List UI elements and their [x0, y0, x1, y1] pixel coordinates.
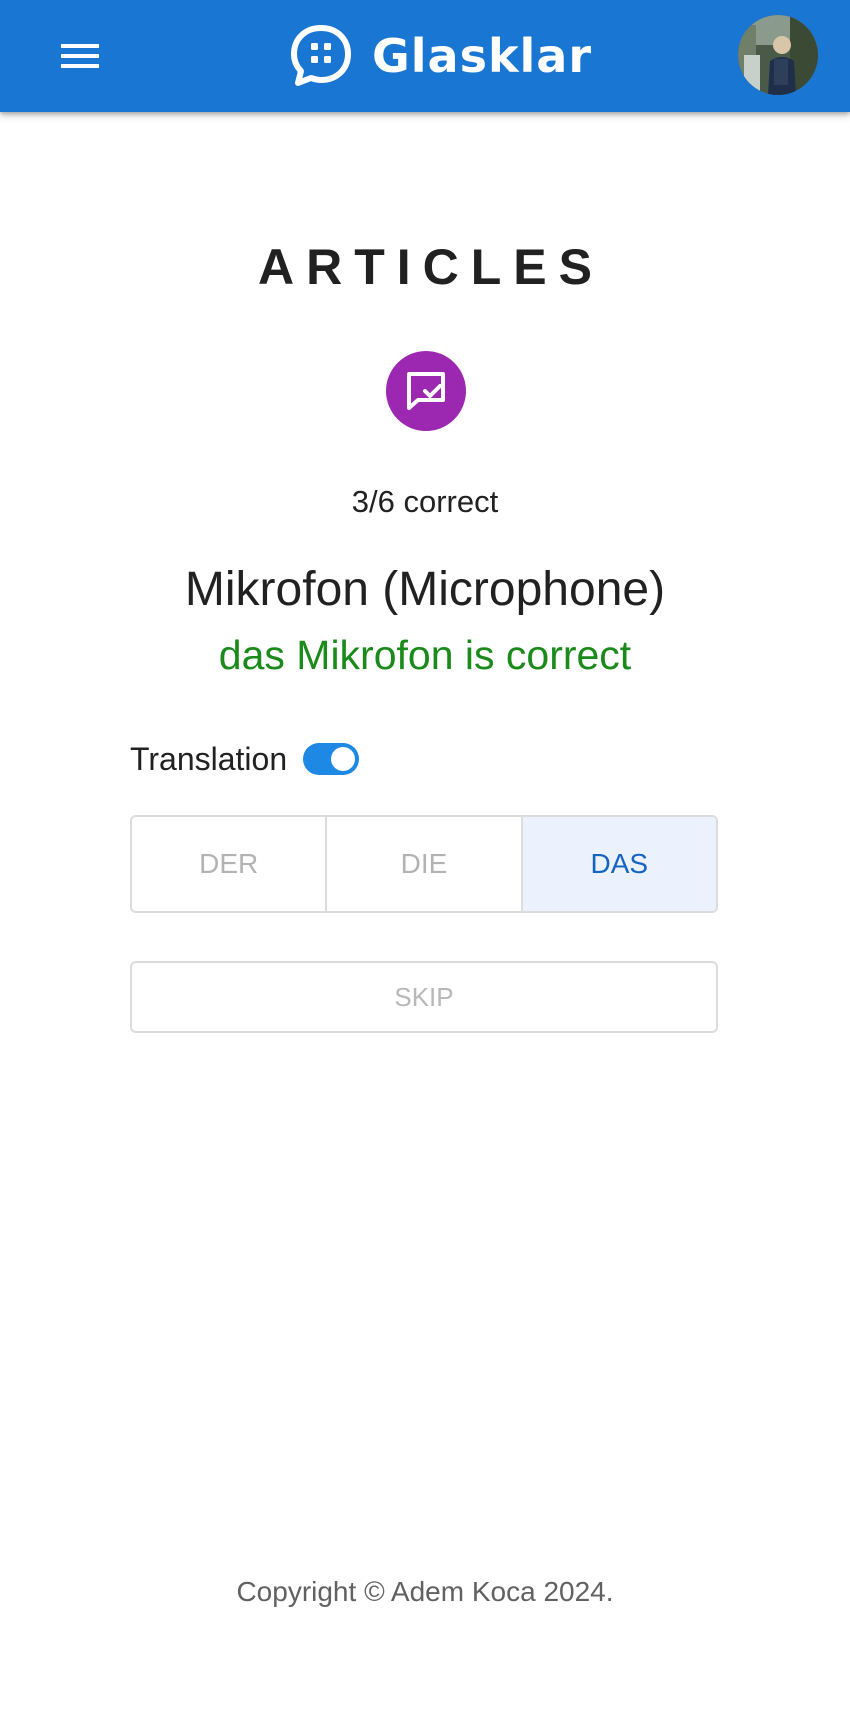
- quiz-badge: [386, 351, 466, 431]
- article-button-die[interactable]: DIE: [327, 817, 523, 911]
- score-text: 3/6 correct: [351, 484, 499, 519]
- quiz-check-icon: [407, 372, 445, 410]
- current-word: Mikrofon (Microphone): [184, 563, 666, 616]
- article-button-der[interactable]: DER: [132, 817, 328, 911]
- translation-toggle-row: Translation: [130, 736, 360, 782]
- footer-copyright: Copyright © Adem Koca 2024.: [236, 1576, 614, 1607]
- translation-label: Translation: [130, 740, 288, 777]
- translation-switch[interactable]: [303, 743, 360, 775]
- user-avatar[interactable]: [738, 15, 818, 95]
- app-bar: Glasklar: [0, 0, 850, 112]
- article-button-das[interactable]: DAS: [522, 817, 716, 911]
- hamburger-menu-icon: [61, 44, 99, 68]
- page-title: ARTICLES: [258, 239, 604, 295]
- switch-thumb: [331, 747, 356, 771]
- avatar-photo: [738, 15, 818, 95]
- article-choice-group: DER DIE DAS: [130, 815, 718, 913]
- brand[interactable]: Glasklar: [288, 22, 592, 90]
- chat-bubble-logo-icon: [291, 25, 351, 86]
- answer-feedback: das Mikrofon is correct: [218, 632, 632, 678]
- menu-button[interactable]: [52, 28, 108, 84]
- skip-button[interactable]: SKIP: [130, 961, 718, 1033]
- brand-name: Glasklar: [372, 29, 593, 83]
